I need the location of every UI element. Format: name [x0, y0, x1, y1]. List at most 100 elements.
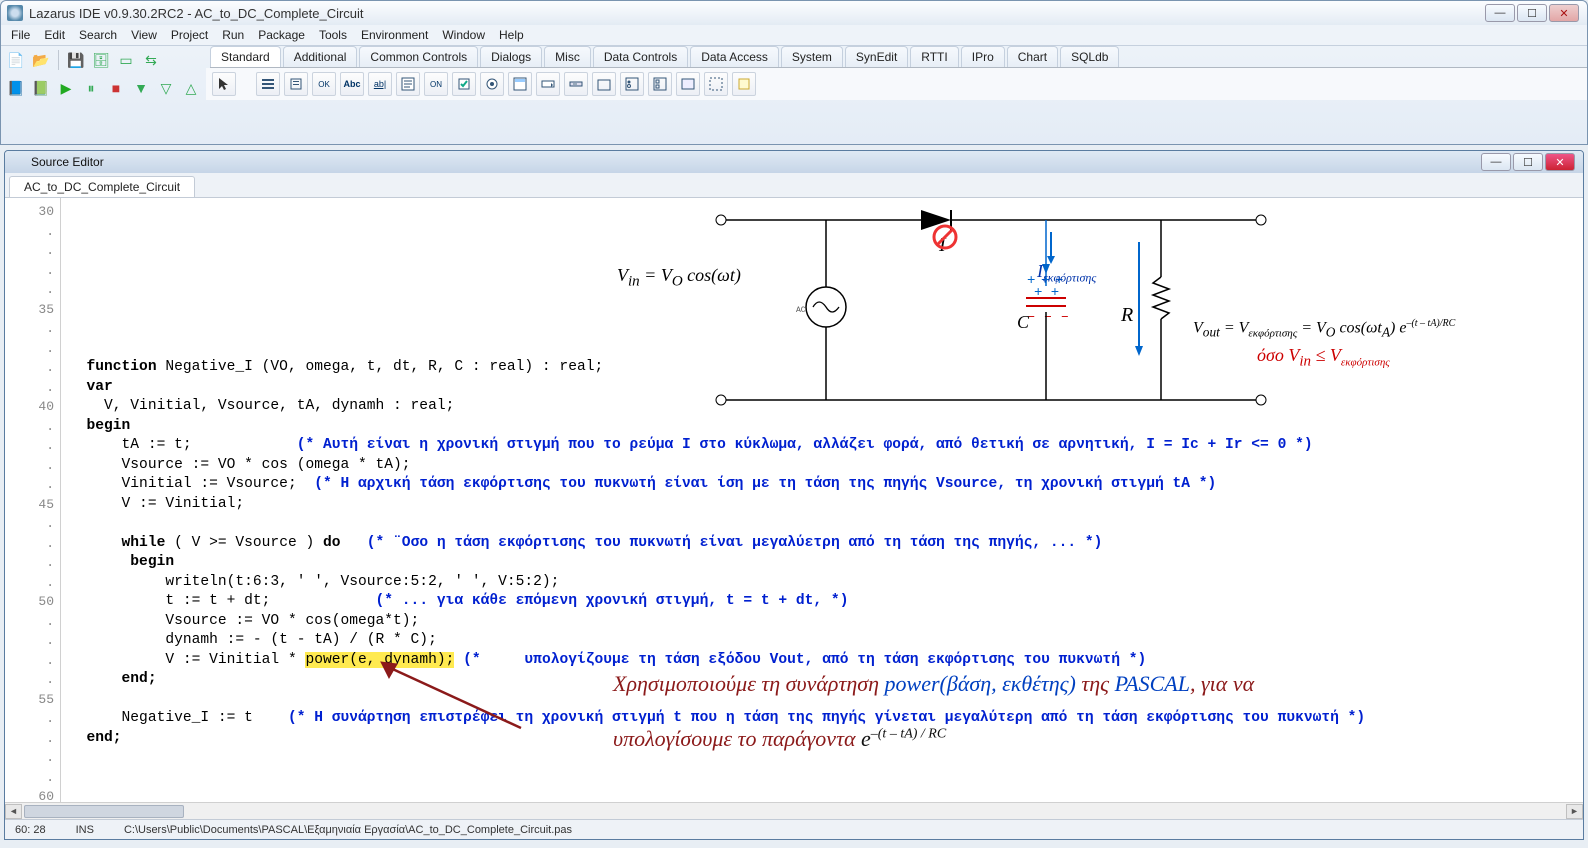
palette-actionlist-icon[interactable]: [732, 72, 756, 96]
window-controls: — ☐ ✕: [1485, 4, 1581, 22]
code-line: Vinitial := Vsource;: [69, 476, 314, 492]
menu-window[interactable]: Window: [442, 28, 485, 42]
code-keyword: end;: [69, 671, 157, 687]
palette-radiogroup-icon[interactable]: [620, 72, 644, 96]
palette-checkgroup-icon[interactable]: [648, 72, 672, 96]
palette-button-icon[interactable]: OK: [312, 72, 336, 96]
palette-tab-chart[interactable]: Chart: [1007, 46, 1058, 67]
code-line: V, Vinitial, Vsource, tA, dynamh : real;: [69, 398, 454, 414]
vout-condition: όσο Vin ≤ Vεκφόρτισης: [1221, 326, 1390, 392]
editor-tab-current[interactable]: AC_to_DC_Complete_Circuit: [9, 176, 195, 197]
c-label: C: [1017, 313, 1029, 333]
menu-help[interactable]: Help: [499, 28, 524, 42]
palette-tab-data-controls[interactable]: Data Controls: [593, 46, 688, 67]
code-line: [341, 535, 367, 551]
menu-package[interactable]: Package: [258, 28, 305, 42]
svg-text:AC: AC: [796, 306, 806, 315]
line-number: .: [5, 651, 54, 671]
menu-environment[interactable]: Environment: [361, 28, 428, 42]
component-palette-tabs: Standard Additional Common Controls Dial…: [210, 46, 1587, 68]
close-button[interactable]: ✕: [1549, 4, 1579, 22]
palette-listbox-icon[interactable]: [508, 72, 532, 96]
save-button[interactable]: 💾: [65, 49, 87, 71]
code-line: V := Vinitial;: [69, 496, 244, 512]
palette-edit-icon[interactable]: ab|: [368, 72, 392, 96]
scroll-track[interactable]: [22, 804, 1566, 819]
menu-run[interactable]: Run: [222, 28, 244, 42]
editor-window-controls: — ☐ ✕: [1481, 153, 1577, 171]
horizontal-scrollbar[interactable]: ◄ ►: [5, 802, 1583, 819]
no-entry-icon: [931, 223, 959, 251]
code-line: tA := t;: [69, 437, 297, 453]
editor-maximize-button[interactable]: ☐: [1513, 153, 1543, 171]
line-number: .: [5, 241, 54, 261]
step-into-button[interactable]: ▽: [155, 77, 177, 99]
palette-tab-additional[interactable]: Additional: [283, 46, 358, 67]
open-button[interactable]: 📂: [30, 49, 52, 71]
palette-tab-system[interactable]: System: [781, 46, 843, 67]
annotation-arrow: [371, 658, 531, 738]
code-keyword: begin: [69, 418, 130, 434]
menu-view[interactable]: View: [131, 28, 157, 42]
palette-memo-icon[interactable]: [396, 72, 420, 96]
palette-popupmenu-icon[interactable]: [284, 72, 308, 96]
menu-project[interactable]: Project: [171, 28, 208, 42]
toggle-form-unit-button[interactable]: ⇆: [140, 49, 162, 71]
scroll-right-arrow[interactable]: ►: [1566, 804, 1583, 819]
maximize-button[interactable]: ☐: [1517, 4, 1547, 22]
step-over-button[interactable]: ▼: [130, 77, 152, 99]
editor-minimize-button[interactable]: —: [1481, 153, 1511, 171]
palette-combobox-icon[interactable]: [536, 72, 560, 96]
palette-tab-dialogs[interactable]: Dialogs: [480, 46, 542, 67]
save-all-button[interactable]: 🗄: [90, 49, 112, 71]
palette-scrollbar-icon[interactable]: [564, 72, 588, 96]
i-discharge-label: Iεκφόρτισης: [1001, 242, 1096, 307]
palette-tab-standard[interactable]: Standard: [210, 46, 281, 67]
palette-togglebox-icon[interactable]: ON: [424, 72, 448, 96]
menu-tools[interactable]: Tools: [319, 28, 347, 42]
line-number: 40: [5, 397, 54, 417]
palette-radiobutton-icon[interactable]: [480, 72, 504, 96]
menu-edit[interactable]: Edit: [44, 28, 65, 42]
code-comment: (* υπολογίζουμε τη τάση εξόδου Vout, από…: [463, 652, 1146, 668]
code-line: writeln(t:6:3, ' ', Vsource:5:2, ' ', V:…: [69, 574, 559, 590]
scroll-left-arrow[interactable]: ◄: [5, 804, 22, 819]
menu-file[interactable]: File: [11, 28, 30, 42]
palette-tab-misc[interactable]: Misc: [544, 46, 591, 67]
code-keyword: do: [323, 535, 341, 551]
palette-tab-rtti[interactable]: RTTI: [910, 46, 958, 67]
run-button[interactable]: ▶: [55, 77, 77, 99]
palette-mainmenu-icon[interactable]: [256, 72, 280, 96]
view-forms-button[interactable]: 📗: [30, 77, 52, 99]
palette-tab-ipro[interactable]: IPro: [961, 46, 1005, 67]
line-number: .: [5, 573, 54, 593]
code-line: Negative_I := t: [69, 710, 288, 726]
line-number: .: [5, 631, 54, 651]
line-number: .: [5, 475, 54, 495]
palette-checkbox-icon[interactable]: [452, 72, 476, 96]
step-out-button[interactable]: △: [180, 77, 202, 99]
menu-search[interactable]: Search: [79, 28, 117, 42]
minimize-button[interactable]: —: [1485, 4, 1515, 22]
new-form-button[interactable]: ▭: [115, 49, 137, 71]
code-comment: (* ... για κάθε επόμενη χρονική στιγμή, …: [376, 593, 849, 609]
ide-main-window: Lazarus IDE v0.9.30.2RC2 - AC_to_DC_Comp…: [0, 0, 1588, 145]
scroll-thumb[interactable]: [24, 805, 184, 818]
view-units-button[interactable]: 📘: [5, 77, 27, 99]
editor-close-button[interactable]: ✕: [1545, 153, 1575, 171]
pause-button[interactable]: ⏸: [80, 77, 102, 99]
palette-tab-common-controls[interactable]: Common Controls: [359, 46, 478, 67]
palette-tab-sqldb[interactable]: SQLdb: [1060, 46, 1119, 67]
palette-tab-data-access[interactable]: Data Access: [690, 46, 779, 67]
palette-panel-icon[interactable]: [676, 72, 700, 96]
palette-groupbox-icon[interactable]: [592, 72, 616, 96]
new-unit-button[interactable]: 📄: [5, 49, 27, 71]
palette-pointer[interactable]: [212, 72, 236, 96]
code-line: ( V >= Vsource ): [165, 535, 323, 551]
code-editor[interactable]: function Negative_I (VO, omega, t, dt, R…: [61, 198, 1583, 802]
palette-frame-icon[interactable]: [704, 72, 728, 96]
code-comment: (* Αυτή είναι η χρονική στιγμή που το ρε…: [297, 437, 1313, 453]
palette-label-icon[interactable]: Abc: [340, 72, 364, 96]
stop-button[interactable]: ■: [105, 77, 127, 99]
palette-tab-synedit[interactable]: SynEdit: [845, 46, 908, 67]
